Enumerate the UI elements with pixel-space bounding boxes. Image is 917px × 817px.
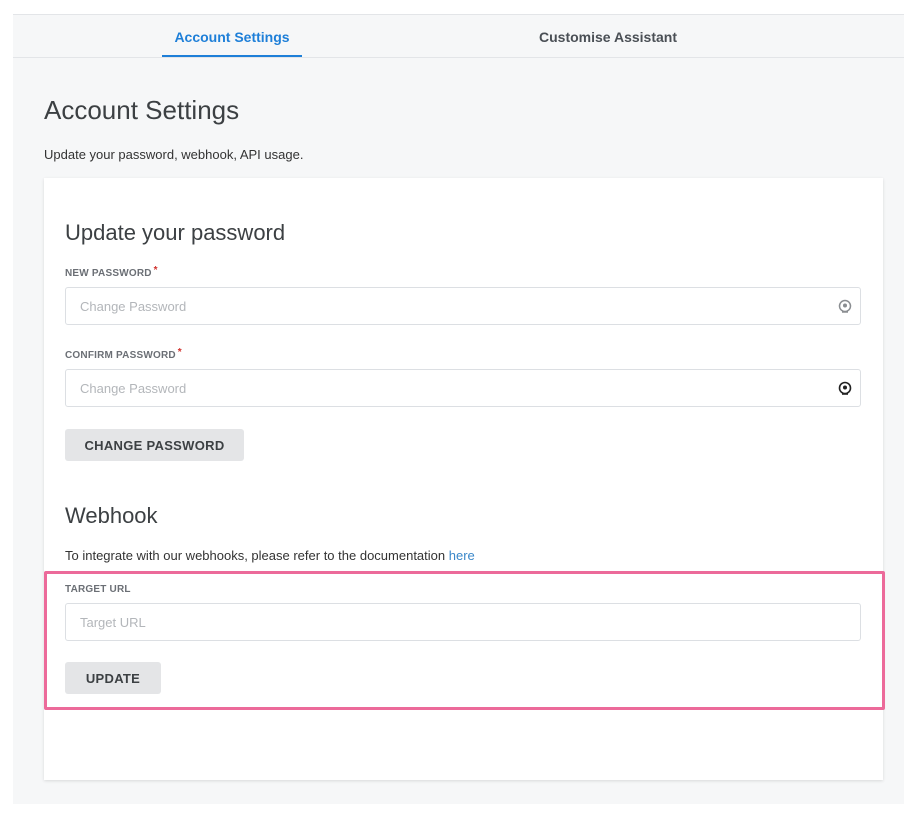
required-mark: * bbox=[153, 265, 158, 276]
confirm-password-field bbox=[65, 369, 861, 407]
target-url-label: TARGET URL bbox=[65, 584, 131, 595]
new-password-field bbox=[65, 287, 861, 325]
eye-icon[interactable] bbox=[838, 381, 852, 395]
tab-account-settings[interactable]: Account Settings bbox=[162, 15, 302, 57]
documentation-link[interactable]: here bbox=[449, 548, 475, 563]
new-password-label-text: NEW PASSWORD bbox=[65, 268, 152, 279]
target-url-field bbox=[65, 603, 861, 641]
change-password-button[interactable]: CHANGE PASSWORD bbox=[65, 429, 244, 461]
page-subtitle: Update your password, webhook, API usage… bbox=[44, 147, 304, 162]
required-mark: * bbox=[177, 347, 182, 358]
webhook-doc-text: To integrate with our webhooks, please r… bbox=[65, 548, 475, 563]
tab-bar: Account Settings Customise Assistant bbox=[13, 15, 904, 58]
settings-card: Update your password NEW PASSWORD * CONFI… bbox=[44, 178, 883, 780]
password-section-title: Update your password bbox=[65, 220, 286, 245]
update-button[interactable]: UPDATE bbox=[65, 662, 161, 694]
new-password-input[interactable] bbox=[66, 288, 834, 324]
webhook-doc-sentence: To integrate with our webhooks, please r… bbox=[65, 548, 449, 563]
confirm-password-label: CONFIRM PASSWORD * bbox=[65, 347, 182, 361]
webhook-section-title: Webhook bbox=[65, 503, 158, 528]
page-title: Account Settings bbox=[44, 95, 240, 125]
tab-customise-assistant[interactable]: Customise Assistant bbox=[528, 15, 688, 57]
confirm-password-label-text: CONFIRM PASSWORD bbox=[65, 350, 176, 361]
new-password-label: NEW PASSWORD * bbox=[65, 265, 158, 279]
settings-frame: Account Settings Customise Assistant Acc… bbox=[13, 14, 904, 804]
confirm-password-input[interactable] bbox=[66, 370, 834, 406]
target-url-input[interactable] bbox=[66, 604, 834, 640]
eye-icon[interactable] bbox=[838, 299, 852, 313]
